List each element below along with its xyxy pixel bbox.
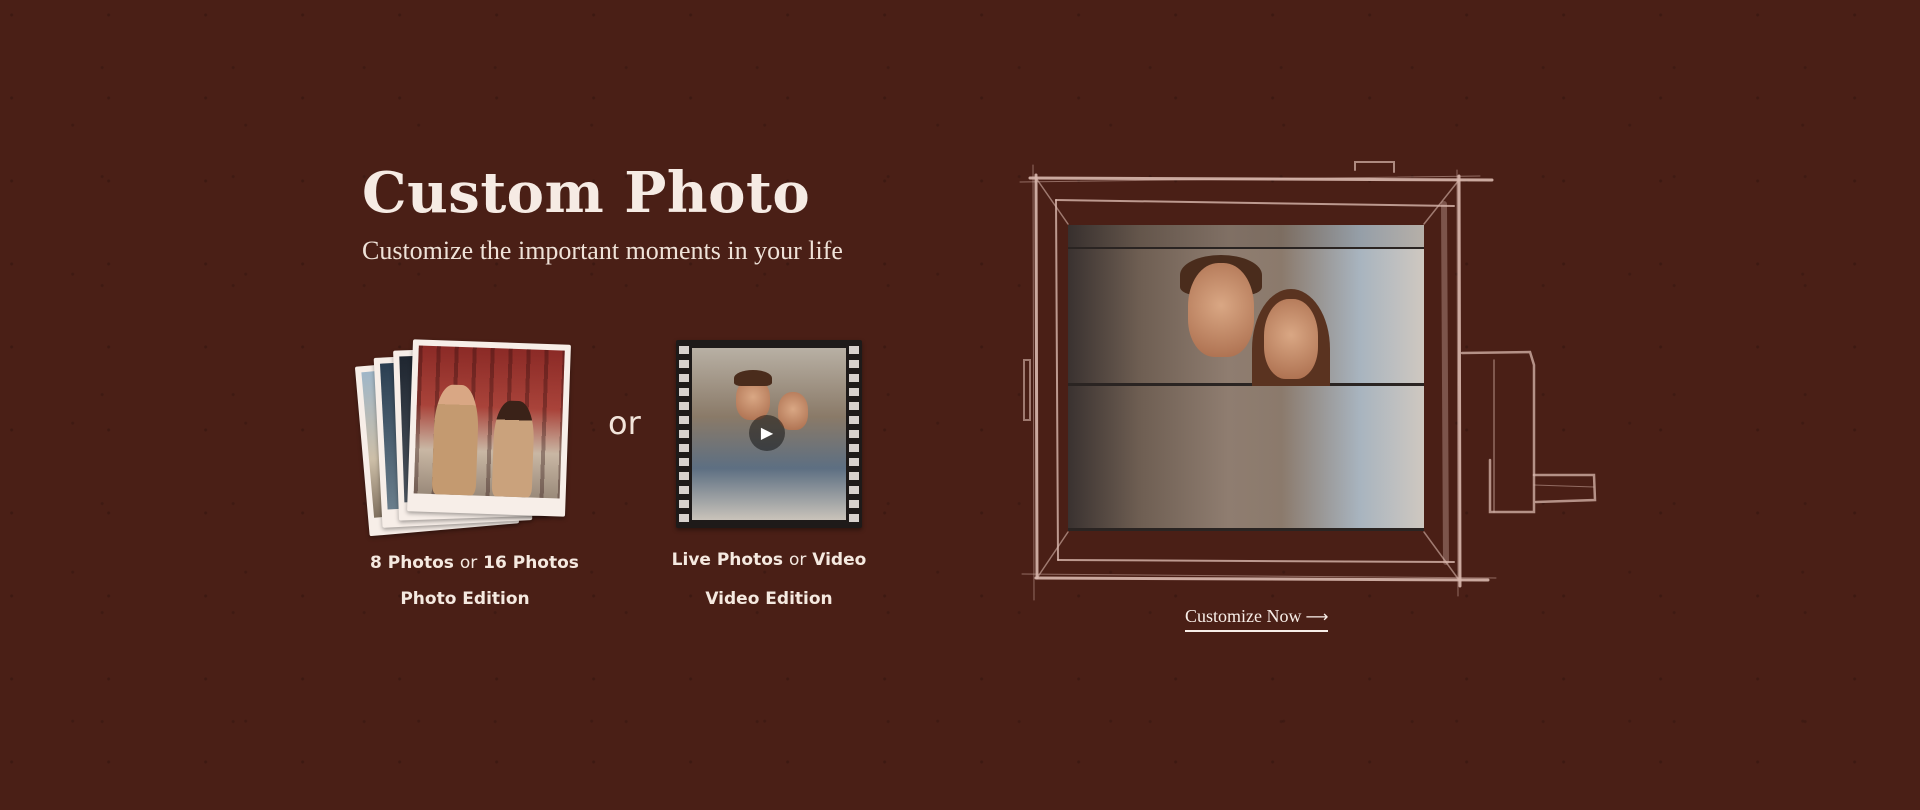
video-type-caption: Live Photos or Video (671, 550, 867, 570)
arrow-right-icon: ⟶ (1305, 607, 1329, 626)
photo-count-caption: 8 Photos or 16 Photos (370, 553, 579, 573)
photo-strip (1068, 249, 1424, 409)
photo-strip (1068, 386, 1424, 528)
video-film-image[interactable]: ▶ (676, 340, 862, 528)
photo-strip (1068, 225, 1424, 247)
film-perforations (679, 346, 689, 522)
photo-stack-image[interactable] (354, 339, 571, 537)
background-texture (0, 0, 1920, 810)
photo-edition-label[interactable]: Photo Edition (370, 589, 560, 609)
play-icon[interactable]: ▶ (749, 415, 785, 451)
page-subtitle: Customize the important moments in your … (362, 236, 843, 265)
photo-machine-illustration (1010, 160, 1610, 610)
page-title: Custom Photo (362, 160, 811, 226)
cta-label: Customize Now (1185, 606, 1302, 626)
photo-card-front (407, 339, 571, 517)
film-perforations (849, 346, 859, 522)
video-edition-label[interactable]: Video Edition (664, 589, 874, 609)
machine-photo-display (1068, 225, 1424, 531)
option-separator: or (608, 404, 641, 442)
customize-now-link[interactable]: Customize Now ⟶ (1185, 606, 1329, 632)
